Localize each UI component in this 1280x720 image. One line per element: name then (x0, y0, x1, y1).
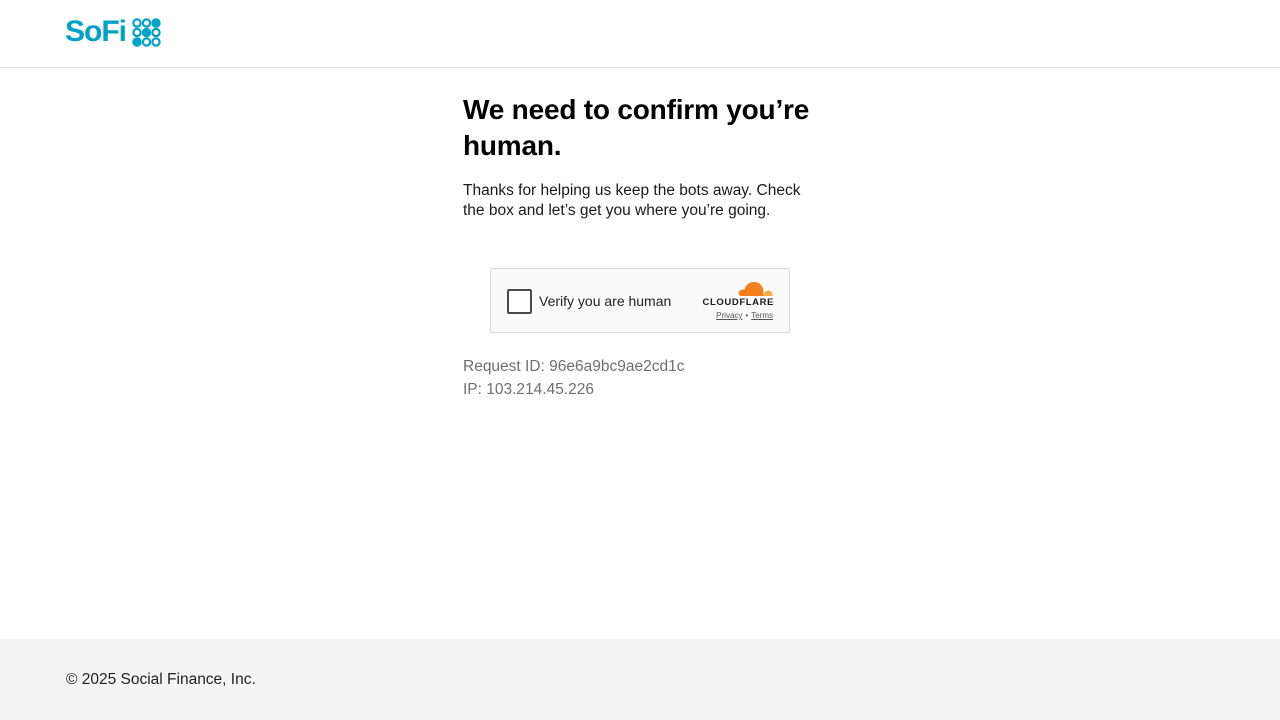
cloudflare-branding: CLOUDFLARE Privacy • Terms (698, 280, 774, 324)
site-footer: © 2025 Social Finance, Inc. (0, 639, 1280, 720)
ip-address: IP: 103.214.45.226 (463, 381, 595, 398)
terms-link[interactable]: Terms (751, 311, 773, 320)
logo-text: SoFi (65, 15, 127, 48)
cloudflare-cloud-icon (738, 282, 773, 298)
site-header: SoFi (0, 0, 1280, 68)
page-title: We need to confirm you’re human. (463, 94, 810, 161)
request-meta: Request ID: 96e6a9bc9ae2cd1c IP: 103.214… (463, 355, 684, 401)
verify-checkbox[interactable] (507, 289, 532, 314)
cloudflare-wordmark: CLOUDFLARE (702, 297, 774, 308)
captcha-widget: Verify you are human CLOUDFLARE Privacy •… (490, 268, 790, 333)
privacy-link[interactable]: Privacy (716, 311, 742, 320)
request-id: Request ID: 96e6a9bc9ae2cd1c (463, 358, 685, 375)
cloudflare-links: Privacy • Terms (716, 311, 773, 320)
challenge-content: We need to confirm you’re human. Thanks … (463, 92, 823, 221)
sofi-dots-logo-icon (132, 17, 161, 47)
page-subtitle: Thanks for helping us keep the bots away… (463, 182, 801, 219)
copyright-text: © 2025 Social Finance, Inc. (66, 671, 256, 688)
link-separator: • (745, 311, 749, 320)
sofi-logo[interactable]: SoFi (65, 16, 161, 48)
verify-label[interactable]: Verify you are human (539, 292, 671, 310)
